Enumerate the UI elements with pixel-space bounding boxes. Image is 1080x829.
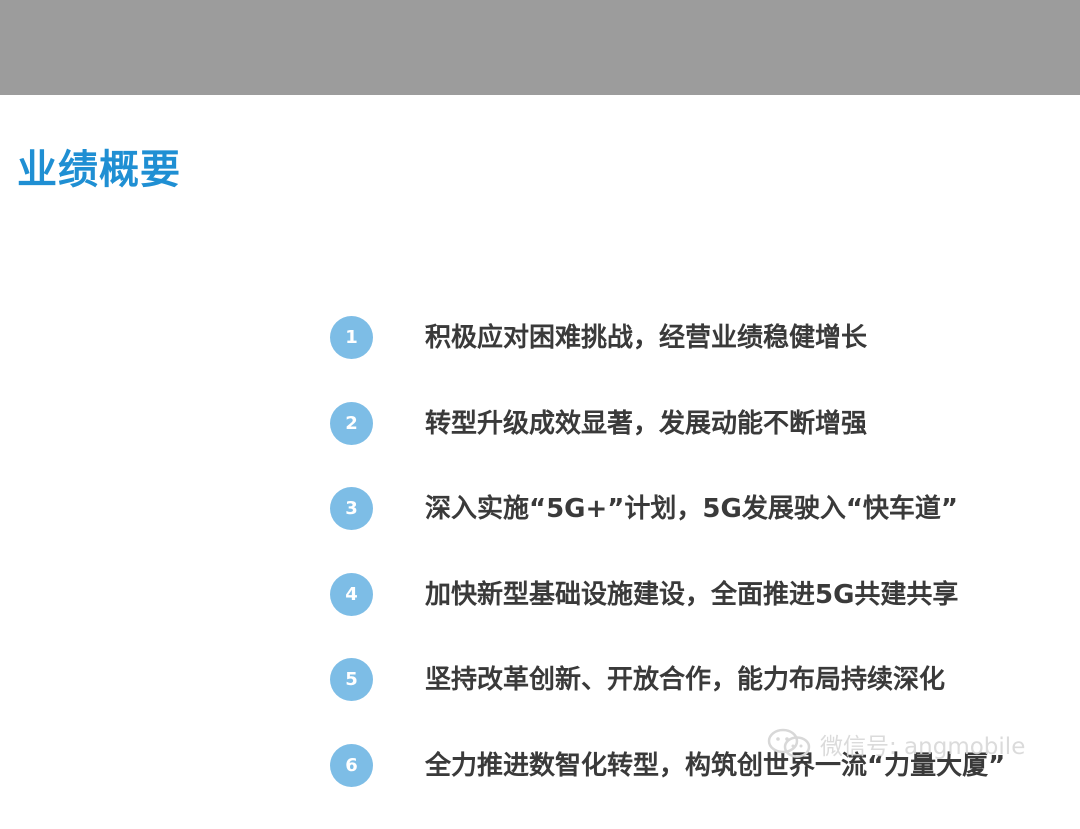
list-item-text: 加快新型基础设施建设，全面推进5G共建共享	[425, 579, 959, 610]
list-item: 2 转型升级成效显著，发展动能不断增强	[330, 401, 1070, 446]
number-badge: 3	[330, 487, 373, 530]
list-item-text: 转型升级成效显著，发展动能不断增强	[425, 408, 868, 439]
list-item: 3 深入实施“5G+”计划，5G发展驶入“快车道”	[330, 487, 1070, 531]
list-item-text: 深入实施“5G+”计划，5G发展驶入“快车道”	[425, 494, 959, 524]
wechat-icon	[767, 728, 811, 758]
watermark: 微信号: angmobile	[766, 727, 1025, 761]
list-item: 4 加快新型基础设施建设，全面推进5G共建共享	[330, 572, 1070, 617]
number-badge: 6	[330, 743, 373, 787]
list-item-text: 坚持改革创新、开放合作，能力布局持续深化	[425, 665, 946, 695]
list-item: 5 坚持改革创新、开放合作，能力布局持续深化	[330, 658, 1070, 702]
number-badge: 1	[330, 316, 373, 359]
header-band	[0, 0, 1080, 95]
page-title: 业绩概要	[17, 147, 181, 193]
watermark-text: 微信号: angmobile	[820, 734, 1026, 760]
number-badge: 4	[330, 572, 373, 616]
list-item-text: 积极应对困难挑战，经营业绩稳健增长	[425, 323, 868, 353]
number-badge: 5	[330, 658, 373, 701]
number-badge: 2	[330, 401, 373, 445]
list-item: 1 积极应对困难挑战，经营业绩稳健增长	[330, 316, 1070, 360]
